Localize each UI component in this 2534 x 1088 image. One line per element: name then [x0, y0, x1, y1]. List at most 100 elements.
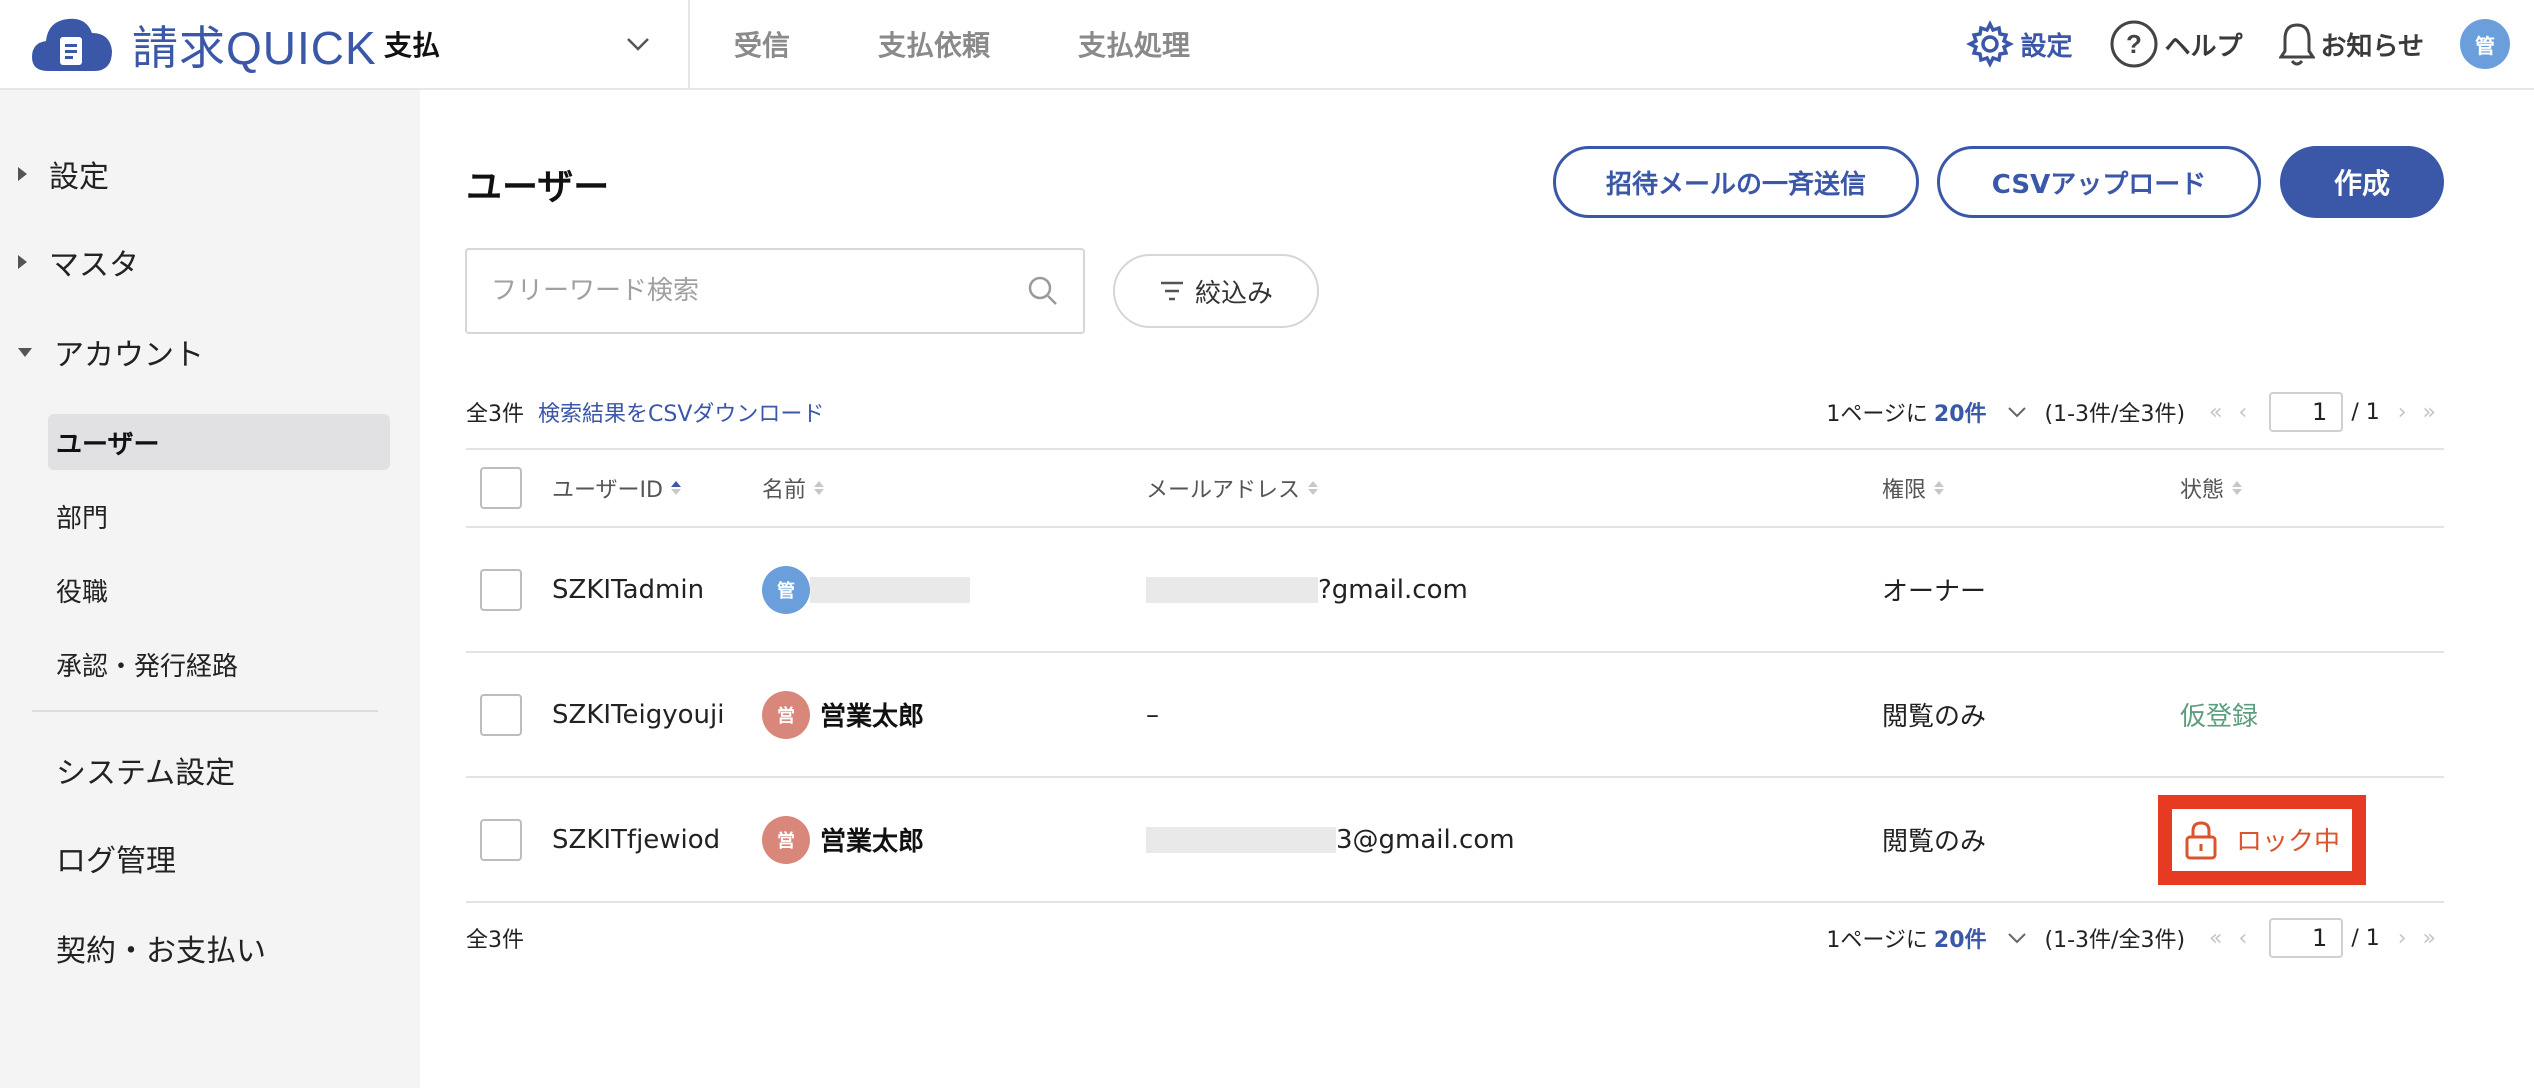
select-all-checkbox[interactable]: [480, 467, 522, 509]
sidebar-item-approval-routes[interactable]: 承認・発行経路: [56, 646, 238, 683]
help-icon: ?: [2110, 20, 2157, 68]
sidebar-item-contract-billing[interactable]: 契約・お支払い: [56, 926, 266, 970]
column-header-email[interactable]: メールアドレス: [1146, 450, 1319, 526]
notice-label: お知らせ: [2320, 31, 2424, 62]
status-badge-locked[interactable]: ロック中: [2158, 794, 2367, 885]
row-checkbox[interactable]: [480, 693, 522, 736]
first-page-icon[interactable]: «: [2209, 926, 2222, 951]
avatar: 営: [762, 690, 810, 739]
sidebar-group-account[interactable]: アカウント: [0, 330, 204, 374]
next-page-icon[interactable]: ›: [2398, 926, 2407, 951]
chevron-down-icon[interactable]: [2007, 932, 2027, 944]
total-pages: / 1: [2351, 925, 2380, 951]
nav-item-receive[interactable]: 受信: [734, 24, 790, 64]
chevron-down-icon: [627, 38, 649, 51]
search-input[interactable]: [491, 276, 1027, 306]
settings-link[interactable]: 設定: [1966, 20, 2073, 68]
last-page-icon[interactable]: »: [2423, 400, 2436, 425]
sidebar-group-label: マスタ: [49, 248, 139, 283]
sidebar-divider: [32, 710, 378, 712]
row-checkbox[interactable]: [480, 568, 522, 611]
sidebar-group-label: 設定: [49, 160, 109, 195]
role-cell: 閲覧のみ: [1882, 827, 1987, 857]
sort-icon: [1308, 481, 1319, 495]
header-actions: 設定 ? ヘルプ お知らせ 管: [1930, 0, 2510, 88]
filter-button[interactable]: 絞込み: [1113, 254, 1319, 328]
status-cell: 仮登録: [2180, 653, 2258, 776]
sidebar-item-system-settings[interactable]: システム設定: [56, 748, 235, 792]
sidebar-group-master[interactable]: マスタ: [0, 240, 139, 284]
per-page-label: 1ページに: [1826, 402, 1928, 427]
page-range: (1-3件/全3件): [2044, 928, 2186, 953]
per-page-value[interactable]: 20件: [1934, 396, 1987, 428]
column-header-label: メールアドレス: [1146, 478, 1301, 503]
nav-item-payment-process[interactable]: 支払処理: [1078, 24, 1190, 64]
top-header: 請求QUICK 支払 受信 支払依頼 支払処理 設定 ? ヘルプ お知らせ 管: [0, 0, 2534, 90]
next-page-icon[interactable]: ›: [2398, 400, 2407, 425]
status-cell: ロック中: [2158, 778, 2367, 901]
result-summary-bottom: 全3件 1ページに 20件 (1-3件/全3件) « ‹ 1 / 1 › »: [466, 918, 2444, 958]
column-header-name[interactable]: 名前: [762, 450, 825, 526]
chevron-down-icon[interactable]: [2007, 406, 2027, 418]
sidebar-item-users[interactable]: ユーザー: [48, 414, 390, 470]
lock-icon: [2185, 820, 2217, 859]
page-number-input[interactable]: 1: [2269, 392, 2344, 432]
first-page-icon[interactable]: «: [2209, 400, 2222, 425]
status-text: ロック中: [2236, 827, 2341, 857]
column-header-status[interactable]: 状態: [2180, 450, 2243, 526]
search-icon[interactable]: [1027, 275, 1059, 307]
create-button[interactable]: 作成: [2280, 146, 2444, 218]
top-nav: 受信 支払依頼 支払処理: [734, 0, 1278, 88]
column-header-label: 状態: [2180, 478, 2225, 503]
result-count: 全3件: [466, 928, 524, 953]
user-id-cell: SZKITeigyouji: [552, 699, 725, 730]
email-cell: –: [1146, 699, 1159, 730]
sidebar-group-settings[interactable]: 設定: [0, 152, 109, 196]
pager-bottom: 1ページに 20件 (1-3件/全3件) « ‹ 1 / 1 › »: [1826, 918, 2444, 958]
app-logo[interactable]: 請求QUICK: [30, 12, 377, 78]
nav-item-payment-request[interactable]: 支払依頼: [878, 24, 990, 64]
sidebar-item-positions[interactable]: 役職: [56, 572, 108, 609]
row-checkbox[interactable]: [480, 818, 522, 861]
column-header-label: ユーザーID: [552, 478, 663, 503]
csv-download-link[interactable]: 検索結果をCSVダウンロード: [538, 396, 824, 428]
table-row[interactable]: SZKITeigyouji 営 営業太郎 – 閲覧のみ 仮登録: [466, 653, 2444, 778]
name-cell: 営 営業太郎: [762, 653, 924, 776]
mode-select-value: 支払: [384, 29, 441, 62]
result-count: 全3件: [466, 402, 524, 427]
column-header-user-id[interactable]: ユーザーID: [552, 450, 681, 526]
name-cell: 営 営業太郎: [762, 778, 924, 901]
last-page-icon[interactable]: »: [2423, 926, 2436, 951]
role-cell: オーナー: [1882, 577, 1987, 607]
table-row[interactable]: SZKITfjewiod 営 営業太郎 3@gmail.com 閲覧のみ ロック…: [466, 778, 2444, 903]
email-cell: ?gmail.com: [1146, 528, 1468, 651]
gear-icon: [1966, 20, 2015, 68]
page-range: (1-3件/全3件): [2044, 402, 2186, 427]
user-id-cell: SZKITadmin: [552, 574, 705, 605]
sort-icon: [1934, 481, 1945, 495]
prev-page-icon[interactable]: ‹: [2239, 400, 2248, 425]
sidebar-item-log-management[interactable]: ログ管理: [56, 836, 176, 880]
page-number-input[interactable]: 1: [2269, 918, 2344, 958]
sidebar-group-label: アカウント: [54, 338, 204, 373]
column-header-role[interactable]: 権限: [1882, 450, 1945, 526]
per-page-value[interactable]: 20件: [1934, 922, 1987, 954]
mode-select[interactable]: 支払: [384, 0, 690, 88]
help-link[interactable]: ? ヘルプ: [2109, 19, 2243, 69]
user-avatar[interactable]: 管: [2460, 19, 2510, 69]
status-badge: 仮登録: [2180, 702, 2259, 732]
invite-mail-button[interactable]: 招待メールの一斉送信: [1553, 146, 1919, 218]
column-header-label: 権限: [1882, 478, 1927, 503]
svg-text:?: ?: [2126, 29, 2142, 59]
csv-upload-button[interactable]: CSVアップロード: [1937, 146, 2261, 218]
prev-page-icon[interactable]: ‹: [2239, 926, 2248, 951]
table-row[interactable]: SZKITadmin 管 ?gmail.com オーナー: [466, 528, 2444, 653]
caret-right-icon: [18, 167, 27, 181]
per-page-label: 1ページに: [1826, 928, 1928, 953]
sort-icon: [671, 481, 681, 495]
name-text: 営業太郎: [820, 827, 925, 857]
cloud-logo-icon: [30, 13, 114, 77]
notice-link[interactable]: お知らせ: [2278, 21, 2424, 67]
help-label: ヘルプ: [2164, 31, 2243, 62]
sidebar-item-departments[interactable]: 部門: [56, 498, 108, 535]
